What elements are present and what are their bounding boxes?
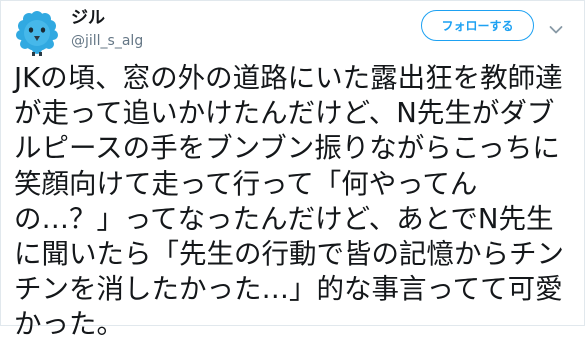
avatar-bird-icon: [16, 11, 58, 56]
tweet-text-line: 笑顔向けて走って行って「何やってん: [14, 167, 478, 200]
tweet-text-line: JKの頃、窓の外の道路にいた露出狂を教師達: [14, 62, 563, 94]
tweet-card: ジル @jill_s_alg フォローする JKの頃、窓の外の道路にいた露出狂を…: [0, 0, 585, 340]
tweet-text-line: かった。: [14, 308, 124, 341]
display-name[interactable]: ジル: [71, 6, 105, 30]
user-handle[interactable]: @jill_s_alg: [71, 31, 143, 51]
tweet-text: JKの頃、窓の外の道路にいた露出狂を教師達 が走って追いかけたんだけど、N先生が…: [14, 61, 584, 343]
chevron-down-icon[interactable]: [549, 20, 563, 34]
follow-button[interactable]: フォローする: [421, 10, 534, 41]
tweet-text-line: ルピースの手をブンブン振りながらこっちに: [14, 132, 560, 165]
avatar[interactable]: [13, 8, 61, 56]
tweet-text-line: に聞いたら「先生の行動で皆の記憶からチン: [14, 237, 564, 270]
tweet-text-line: が走って追いかけたんだけど、N先生がダブ: [14, 97, 555, 130]
tweet-text-line: チンを消したかった…」的な事言ってて可愛: [14, 273, 563, 306]
tweet-text-line: の…？」ってなったんだけど、あとでN先生: [14, 202, 554, 235]
